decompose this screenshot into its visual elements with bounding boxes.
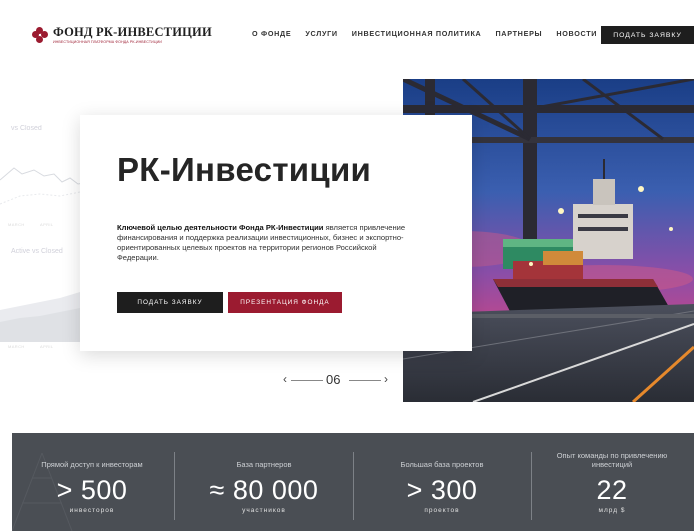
dashboard-line-chart — [0, 167, 90, 205]
hero-title: РК-Инвестиции — [117, 151, 372, 188]
nav-item-investment-policy[interactable]: ИНВЕСТИЦИОННАЯ ПОЛИТИКА — [352, 29, 482, 38]
chevron-right-icon[interactable]: › — [384, 372, 388, 386]
slider-line-right — [349, 380, 381, 381]
stat-partners: База партнеров ≈ 80 000 участников — [175, 433, 353, 531]
logo-flower-icon — [32, 27, 48, 43]
stat-projects: Большая база проектов > 300 проектов — [354, 433, 530, 531]
site-header: ФОНД РК-ИНВЕСТИЦИИ ИНВЕСТИЦИОННАЯ ПЛАТФО… — [0, 0, 694, 70]
stat-value: ≈ 80 000 — [209, 475, 319, 505]
dashboard-area-chart — [0, 290, 90, 342]
stat-label: Большая база проектов — [400, 460, 484, 469]
nav-item-about[interactable]: О ФОНДЕ — [252, 29, 291, 38]
stat-value: 22 — [596, 475, 628, 505]
slider-line-left — [291, 380, 323, 381]
stat-label: База партнеров — [236, 460, 292, 469]
background-dashboard: vs Closed MARCH APRIL Active vs Closed M… — [0, 112, 90, 352]
stat-label: Прямой доступ к инвесторам — [41, 460, 143, 469]
main-nav: О ФОНДЕ УСЛУГИ ИНВЕСТИЦИОННАЯ ПОЛИТИКА П… — [252, 29, 611, 38]
apply-button[interactable]: ПОДАТЬ ЗАЯВКУ — [117, 292, 223, 313]
logo-title: ФОНД РК-ИНВЕСТИЦИИ — [53, 25, 212, 39]
nav-item-partners[interactable]: ПАРТНЕРЫ — [495, 29, 542, 38]
dashboard-tick-4: APRIL — [40, 344, 54, 349]
stat-label: Опыт команды по привлечению инвестиций — [556, 451, 668, 469]
stat-unit: участников — [242, 507, 286, 514]
stat-unit: инвесторов — [69, 507, 115, 514]
stat-unit: проектов — [424, 507, 460, 514]
stats-band: Прямой доступ к инвесторам > 500 инвесто… — [12, 433, 694, 531]
nav-item-services[interactable]: УСЛУГИ — [305, 29, 337, 38]
dashboard-tick-1: MARCH — [8, 222, 25, 227]
stat-value: > 300 — [406, 475, 478, 505]
stat-team-experience: Опыт команды по привлечению инвестиций 2… — [532, 433, 692, 531]
dashboard-chart1-label: vs Closed — [11, 125, 42, 132]
presentation-button[interactable]: ПРЕЗЕНТАЦИЯ ФОНДА — [228, 292, 342, 313]
header-apply-button[interactable]: ПОДАТЬ ЗАЯВКУ — [601, 26, 694, 44]
logo[interactable]: ФОНД РК-ИНВЕСТИЦИИ ИНВЕСТИЦИОННАЯ ПЛАТФО… — [32, 26, 212, 44]
hero-description: Ключевой целью деятельности Фонда РК-Инв… — [117, 223, 407, 263]
dashboard-tick-2: APRIL — [40, 222, 54, 227]
stat-unit: млрд $ — [598, 507, 626, 514]
slide-number: 06 — [326, 372, 341, 387]
hero-card: РК-Инвестиции Ключевой целью деятельност… — [80, 115, 472, 351]
nav-item-news[interactable]: НОВОСТИ — [556, 29, 597, 38]
dashboard-tick-3: MARCH — [8, 344, 25, 349]
hero-description-bold: Ключевой целью деятельности Фонда РК-Инв… — [117, 223, 324, 232]
dashboard-chart2-label: Active vs Closed — [11, 248, 63, 255]
chevron-left-icon[interactable]: ‹ — [283, 372, 287, 386]
stat-value: > 500 — [56, 475, 128, 505]
logo-subtitle: ИНВЕСТИЦИОННАЯ ПЛАТФОРМА ФОНДА РК-ИНВЕСТ… — [53, 40, 162, 44]
slider-control: ‹ 06 › — [283, 371, 393, 389]
stat-investors: Прямой доступ к инвесторам > 500 инвесто… — [12, 433, 172, 531]
